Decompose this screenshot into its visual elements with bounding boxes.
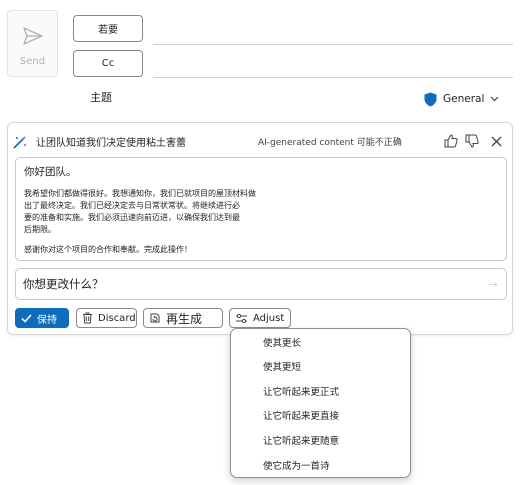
adjust-button[interactable]: Adjust xyxy=(229,308,291,328)
menu-item-make-shorter[interactable]: 使其更短 xyxy=(263,359,301,373)
followup-input[interactable]: 你想更改什么？ → xyxy=(15,268,507,300)
draft-thanks: 感谢你对这个项目的合作和奉献。完成此操作！ xyxy=(24,245,192,254)
adjust-label: Adjust xyxy=(253,312,285,324)
thumbs-down-icon[interactable] xyxy=(464,133,480,149)
regenerate-label: 再生成 xyxy=(166,311,203,326)
paper-plane-icon xyxy=(23,27,43,45)
draft-greeting: 你好团队。 xyxy=(24,166,77,178)
discard-label: Discard xyxy=(98,312,136,324)
keep-label: 保持 xyxy=(37,314,57,326)
sensitivity-dropdown[interactable]: General xyxy=(424,89,499,109)
regenerate-icon xyxy=(150,313,160,323)
subject-label: 主题 xyxy=(90,91,112,104)
keep-button[interactable]: 保持 xyxy=(15,308,69,328)
menu-item-make-longer[interactable]: 使其更长 xyxy=(263,335,301,349)
adjust-menu: 使其更长 使其更短 让它听起来更正式 让它听起来更直接 让它听起来更随意 使它成… xyxy=(230,328,411,478)
discard-button[interactable]: Discard xyxy=(76,308,137,328)
copilot-header: 让团队知道我们决定使用粘土害蕾 AI-generated content 可能不… xyxy=(12,133,508,151)
copilot-prompt: 让团队知道我们决定使用粘土害蕾 xyxy=(36,138,186,149)
followup-placeholder: 你想更改什么？ xyxy=(23,277,104,291)
submit-arrow-icon[interactable]: → xyxy=(489,278,498,291)
send-button[interactable]: Send xyxy=(7,10,58,77)
shield-icon xyxy=(424,92,437,106)
draft-body: 我希望你们都做得很好。我想通知你，我们已就项目的屋顶材料做 出了最终决定。我们已… xyxy=(24,189,256,234)
cc-button[interactable]: Cc xyxy=(73,50,143,77)
regenerate-button[interactable]: 再生成 xyxy=(143,308,223,328)
menu-item-more-formal[interactable]: 让它听起来更正式 xyxy=(263,384,339,398)
to-field[interactable] xyxy=(153,44,513,45)
sensitivity-label: General xyxy=(443,93,485,105)
draft-preview[interactable]: 你好团队。 我希望你们都做得很好。我想通知你，我们已就项目的屋顶材料做 出了最终… xyxy=(15,157,507,261)
copilot-pen-icon xyxy=(13,136,26,149)
thumbs-up-icon[interactable] xyxy=(443,133,459,149)
subject-field[interactable] xyxy=(153,86,413,106)
trash-icon xyxy=(83,312,92,324)
menu-item-more-casual[interactable]: 让它听起来更随意 xyxy=(263,433,339,447)
to-button[interactable]: 若要 xyxy=(73,15,143,42)
chevron-down-icon xyxy=(490,96,499,102)
menu-item-make-poem[interactable]: 使它成为一首诗 xyxy=(263,458,330,472)
close-icon[interactable] xyxy=(488,133,504,149)
cc-field[interactable] xyxy=(153,77,513,78)
send-label: Send xyxy=(19,56,46,67)
menu-item-more-direct[interactable]: 让它听起来更直接 xyxy=(263,408,339,422)
checkmark-icon xyxy=(21,313,32,323)
sliders-icon xyxy=(236,313,247,323)
ai-disclaimer: AI-generated content 可能不正确 xyxy=(258,138,402,148)
